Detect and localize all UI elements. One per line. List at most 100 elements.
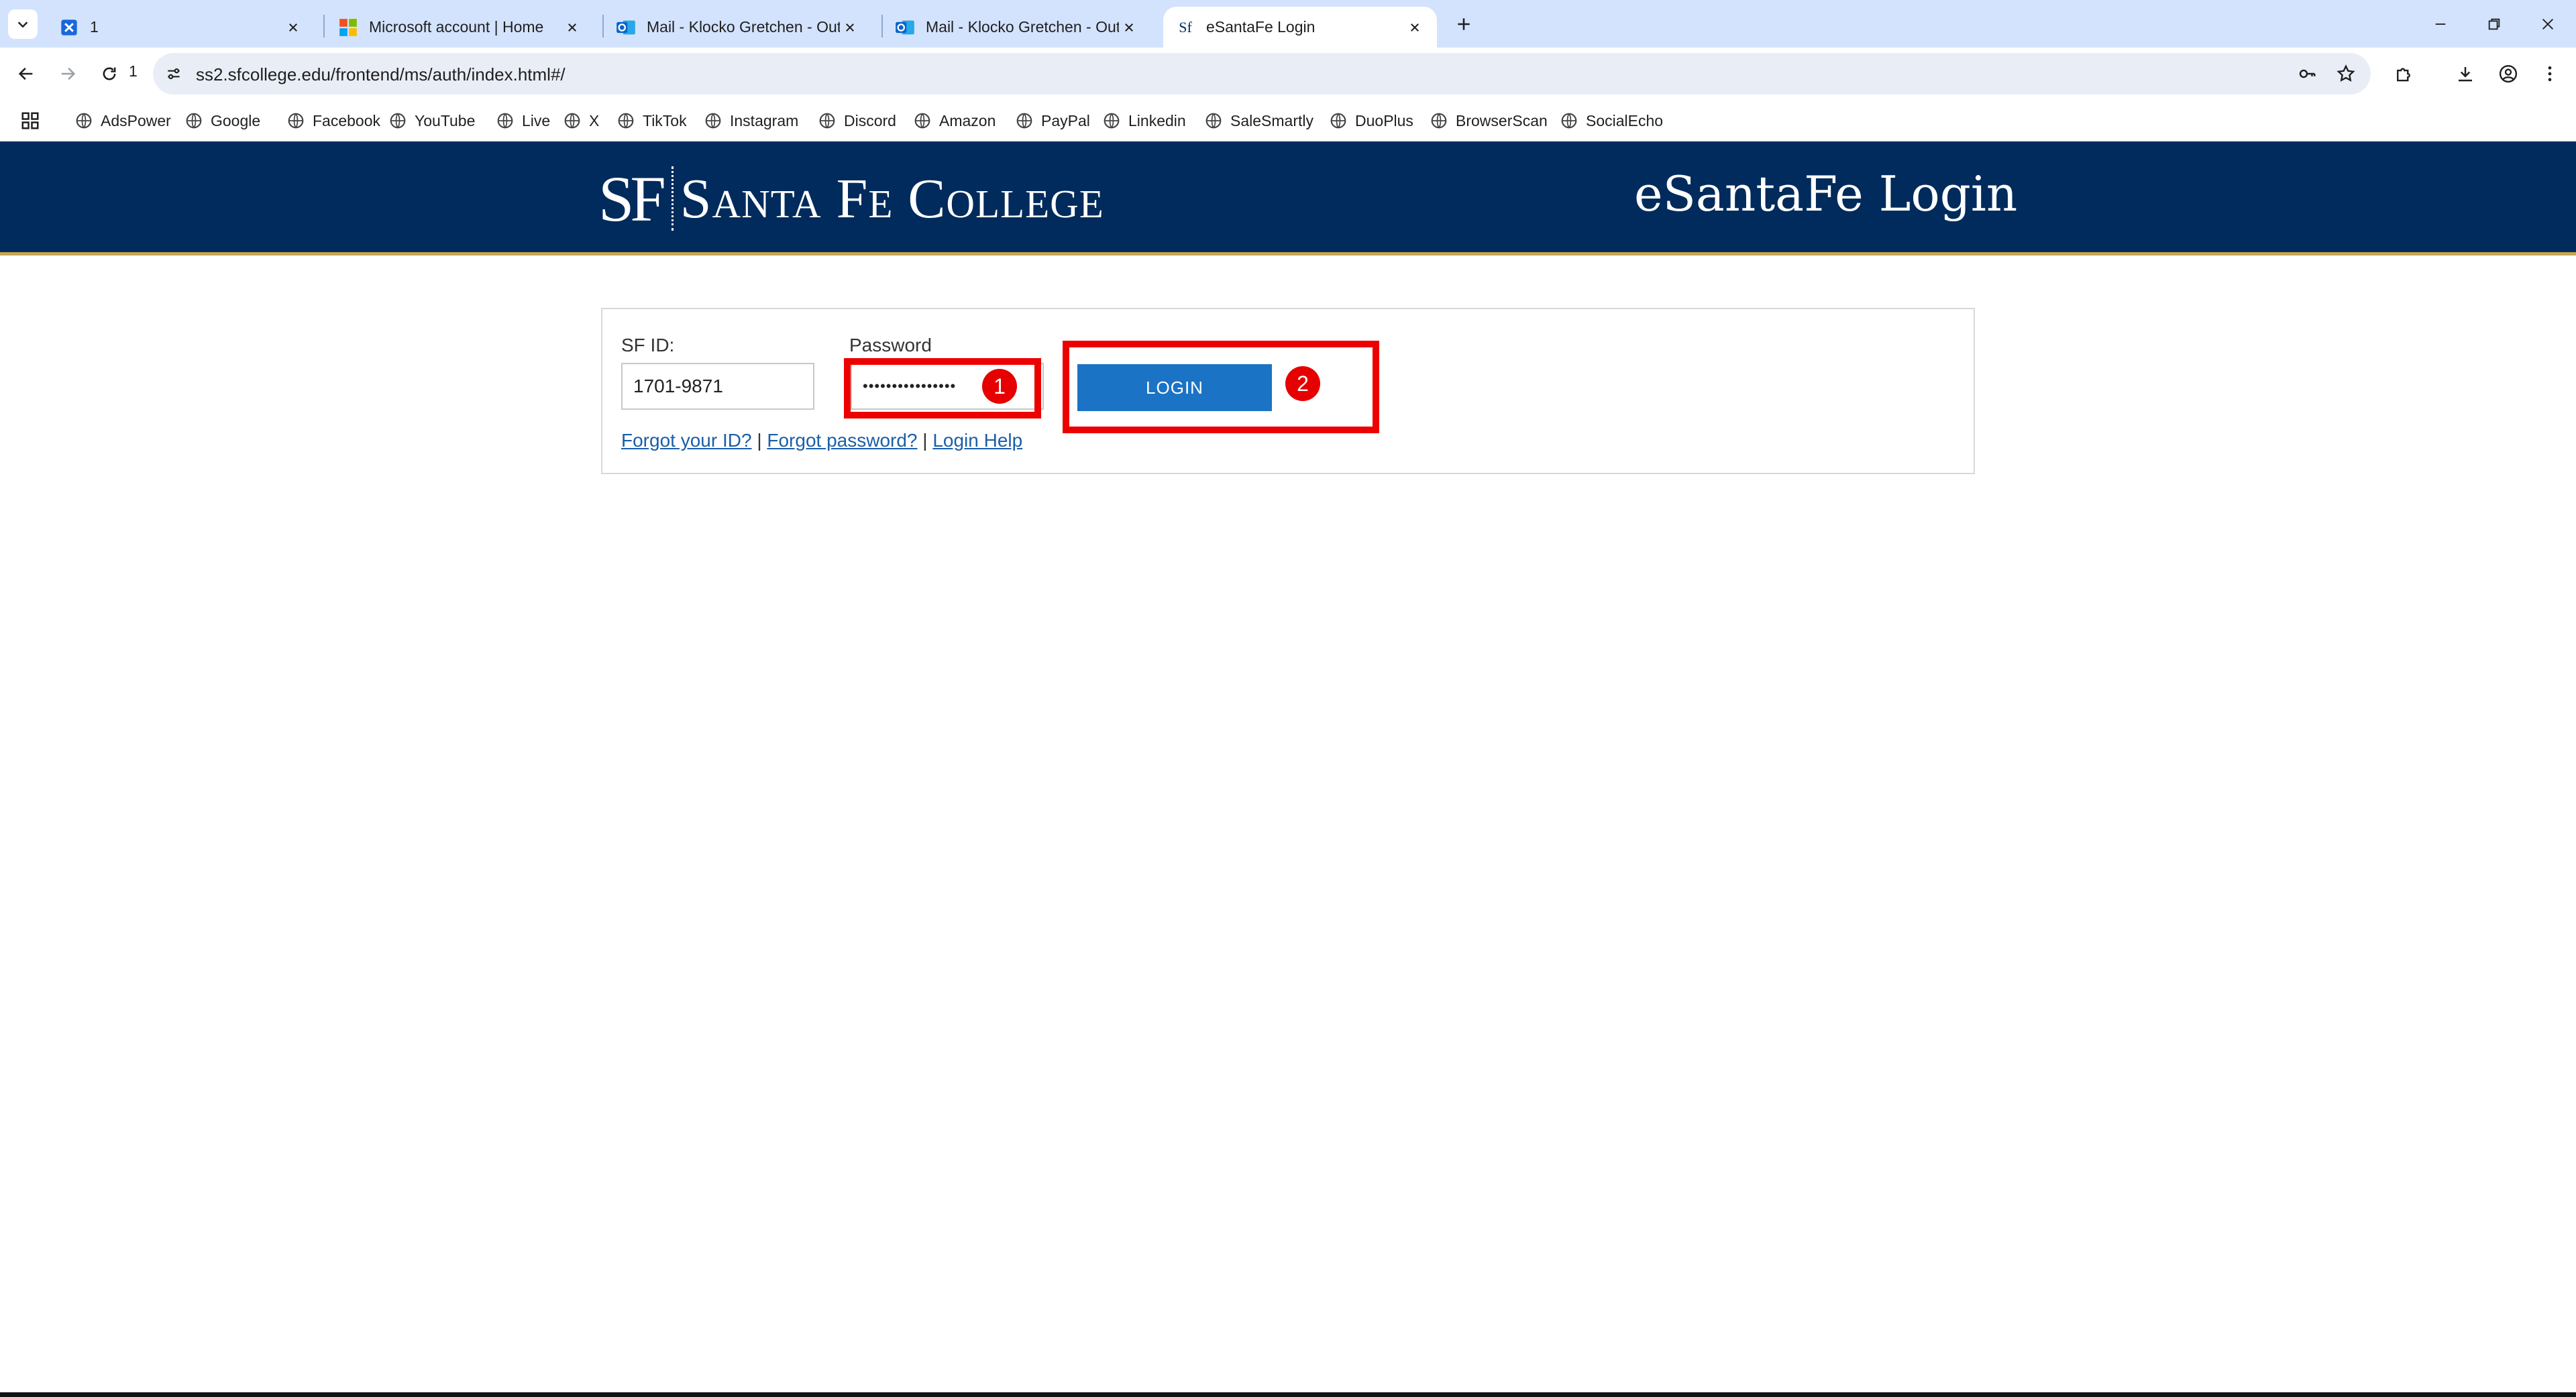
sfid-label: SF ID:: [621, 335, 675, 355]
bookmark-label: Amazon: [939, 111, 996, 129]
globe-icon: [186, 113, 202, 129]
microsoft-logo-icon: [338, 17, 358, 38]
close-icon[interactable]: [1405, 21, 1425, 34]
bookmark-adspower[interactable]: AdsPower: [75, 109, 171, 132]
new-tab-button[interactable]: [1449, 9, 1479, 39]
logo-divider: [671, 166, 674, 231]
forward-button[interactable]: [50, 56, 86, 92]
globe-icon: [1104, 113, 1120, 129]
minimize-icon: [2435, 23, 2446, 25]
bookmark-socialecho[interactable]: SocialEcho: [1560, 109, 1663, 132]
arrow-right-icon: [61, 67, 76, 80]
annotation-badge-1: 1: [982, 369, 1017, 404]
puzzle-icon: [2397, 68, 2410, 82]
outlook-logo-icon: [616, 17, 636, 38]
bookmark-linkedin[interactable]: Linkedin: [1103, 109, 1186, 132]
bookmark-tiktok[interactable]: TikTok: [617, 109, 687, 132]
tune-icon[interactable]: [164, 64, 184, 84]
browser-tab-strip: 1 Microsoft account | Home Mail - Klocko…: [0, 0, 2576, 48]
profile-button[interactable]: [2493, 58, 2524, 89]
outlook-logo-icon: [895, 17, 915, 38]
bookmark-duoplus[interactable]: DuoPlus: [1330, 109, 1413, 132]
bookmark-instagram[interactable]: Instagram: [704, 109, 798, 132]
forgot-password-link[interactable]: Forgot password?: [767, 430, 917, 451]
minimize-button[interactable]: [2414, 0, 2467, 48]
bookmark-x[interactable]: X: [564, 109, 599, 132]
globe-icon: [1431, 113, 1447, 129]
bookmark-salesmartly[interactable]: SaleSmartly: [1205, 109, 1313, 132]
tab-esantafe-login[interactable]: Sf eSantaFe Login: [1163, 7, 1437, 48]
tab-outlook-mail-1[interactable]: Mail - Klocko Gretchen - Outlook: [604, 7, 872, 48]
taskbar-edge: [0, 1392, 2576, 1397]
tab-title: 1: [90, 18, 99, 36]
close-icon[interactable]: [562, 21, 582, 34]
bookmark-label: SocialEcho: [1586, 111, 1664, 129]
sfid-input[interactable]: [621, 363, 814, 410]
link-separator: |: [757, 430, 762, 451]
close-icon[interactable]: [283, 21, 303, 34]
bookmark-google[interactable]: Google: [185, 109, 260, 132]
bookmarks-bar: AdsPower Google Facebook YouTube Live X TikTok…: [0, 100, 2576, 142]
extensions-button[interactable]: [2388, 58, 2419, 89]
chevron-down-icon: [17, 21, 28, 28]
tab-microsoft-account[interactable]: Microsoft account | Home: [326, 7, 594, 48]
globe-icon: [618, 113, 634, 129]
annotation-badge-2: 2: [1285, 366, 1320, 401]
login-help-link[interactable]: Login Help: [932, 430, 1022, 451]
address-bar[interactable]: ss2.sfcollege.edu/frontend/ms/auth/index…: [153, 53, 2371, 95]
url-text[interactable]: ss2.sfcollege.edu/frontend/ms/auth/index…: [196, 64, 566, 85]
browser-toolbar: 1 ss2.sfcollege.edu/frontend/ms/auth/ind…: [0, 48, 2576, 100]
key-icon[interactable]: [2297, 64, 2317, 84]
bookmark-facebook[interactable]: Facebook: [287, 109, 380, 132]
downloads-button[interactable]: [2450, 58, 2481, 89]
forgot-id-link[interactable]: Forgot your ID?: [621, 430, 752, 451]
bookmark-paypal[interactable]: PayPal: [1016, 109, 1090, 132]
bookmark-youtube[interactable]: YouTube: [389, 109, 475, 132]
bookmark-browserscan[interactable]: BrowserScan: [1430, 109, 1548, 132]
site-header: SF Santa Fe College eSantaFe Login: [0, 142, 2576, 256]
close-window-button[interactable]: [2521, 0, 2575, 48]
globe-icon: [497, 113, 513, 129]
back-button[interactable]: [8, 56, 44, 92]
tab-outlook-mail-2[interactable]: Mail - Klocko Gretchen - Outlook: [883, 7, 1151, 48]
chrome-menu-button[interactable]: [2534, 58, 2565, 89]
bookmark-label: Live: [522, 111, 551, 129]
profile-icon: [2499, 64, 2518, 83]
bookmark-live[interactable]: Live: [496, 109, 550, 132]
arrow-left-icon: [18, 67, 33, 80]
bookmark-label: PayPal: [1041, 111, 1090, 129]
globe-icon: [705, 113, 721, 129]
star-icon[interactable]: [2336, 64, 2356, 84]
santa-fe-college-logo[interactable]: SF Santa Fe College: [598, 162, 1104, 235]
globe-icon: [288, 113, 304, 129]
reload-icon: [103, 67, 116, 80]
bookmark-label: SaleSmartly: [1230, 111, 1313, 129]
password-label: Password: [849, 335, 932, 355]
bookmark-label: Google: [211, 111, 261, 129]
globe-icon: [819, 113, 835, 129]
kebab-icon: [2548, 66, 2552, 82]
bookmark-amazon[interactable]: Amazon: [914, 109, 996, 132]
globe-icon: [1016, 113, 1032, 129]
bookmark-label: X: [589, 111, 600, 129]
tab-search-button[interactable]: [8, 9, 38, 39]
tab-title: eSantaFe Login: [1206, 18, 1316, 36]
tab-title: Mail - Klocko Gretchen - Outlook: [926, 18, 1119, 36]
close-icon[interactable]: [840, 21, 860, 34]
bookmark-label: Linkedin: [1128, 111, 1186, 129]
tab-count: 1: [129, 62, 138, 80]
jira-favicon-icon: [59, 17, 79, 38]
plus-icon: [1458, 18, 1470, 30]
close-icon: [2542, 18, 2553, 30]
tab-1[interactable]: 1: [47, 7, 315, 48]
bookmark-label: BrowserScan: [1456, 111, 1548, 129]
apps-grid-icon[interactable]: [20, 111, 40, 131]
restore-button[interactable]: [2467, 0, 2521, 48]
bookmark-discord[interactable]: Discord: [818, 109, 896, 132]
portal-title: eSantaFe Login: [1634, 166, 2018, 222]
tab-title: Mail - Klocko Gretchen - Outlook: [647, 18, 840, 36]
reload-button[interactable]: [91, 56, 127, 92]
close-icon[interactable]: [1119, 21, 1139, 34]
globe-icon: [1330, 113, 1346, 129]
bookmark-label: Instagram: [730, 111, 799, 129]
